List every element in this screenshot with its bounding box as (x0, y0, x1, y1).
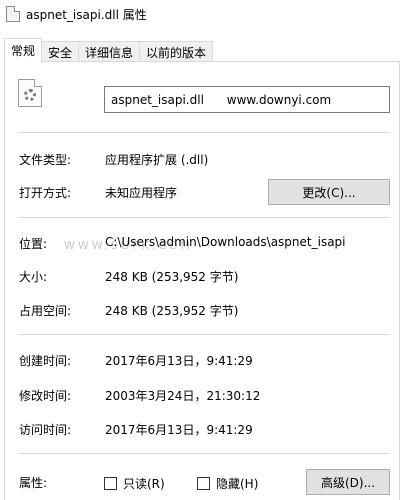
tab-bar: 常规 安全 详细信息 以前的版本 (4, 38, 214, 62)
tab-security[interactable]: 安全 (41, 41, 80, 62)
open-with-value: 未知应用程序 (105, 186, 178, 200)
modified-label: 修改时间: (19, 389, 72, 403)
title-bar: aspnet_isapi.dll 属性 (0, 0, 404, 28)
separator (18, 217, 390, 218)
advanced-button[interactable]: 高级(D)... (306, 469, 390, 495)
open-with-label: 打开方式: (19, 186, 72, 200)
attributes-label: 属性: (19, 476, 48, 490)
checkbox-box[interactable] (197, 477, 210, 490)
accessed-label: 访问时间: (19, 423, 72, 437)
hidden-checkbox[interactable]: 隐藏(H) (197, 475, 258, 492)
file-type-label: 文件类型: (19, 153, 72, 167)
location-value: C:\Users\admin\Downloads\aspnet_isapi (105, 235, 346, 249)
disk-size-value: 248 KB (253,952 字节) (105, 304, 239, 318)
accessed-value: 2017年6月13日，9:41:29 (105, 423, 253, 437)
change-button[interactable]: 更改(C)... (268, 179, 390, 205)
hidden-label: 隐藏(H) (216, 477, 259, 491)
separator (18, 132, 390, 133)
checkbox-box[interactable] (104, 477, 117, 490)
separator (18, 453, 390, 454)
file-icon (6, 6, 20, 22)
tab-details[interactable]: 详细信息 (78, 41, 141, 62)
separator (18, 334, 390, 335)
gear-icon (24, 89, 36, 101)
tab-previous-versions[interactable]: 以前的版本 (139, 41, 214, 62)
file-name-input[interactable]: aspnet_isapi.dll www.downyi.com (104, 86, 390, 113)
location-label: 位置: (19, 237, 48, 251)
created-label: 创建时间: (19, 354, 72, 368)
readonly-checkbox[interactable]: 只读(R) (104, 475, 165, 492)
size-value: 248 KB (253,952 字节) (105, 270, 239, 284)
modified-value: 2003年3月24日，21:30:12 (105, 389, 261, 403)
file-type-value: 应用程序扩展 (.dll) (105, 153, 209, 167)
disk-size-label: 占用空间: (19, 304, 72, 318)
window-title: aspnet_isapi.dll 属性 (26, 7, 147, 22)
tab-general[interactable]: 常规 (4, 38, 43, 62)
readonly-label: 只读(R) (123, 477, 165, 491)
size-label: 大小: (19, 270, 48, 284)
dll-file-icon (18, 79, 42, 107)
created-value: 2017年6月13日，9:41:29 (105, 354, 253, 368)
